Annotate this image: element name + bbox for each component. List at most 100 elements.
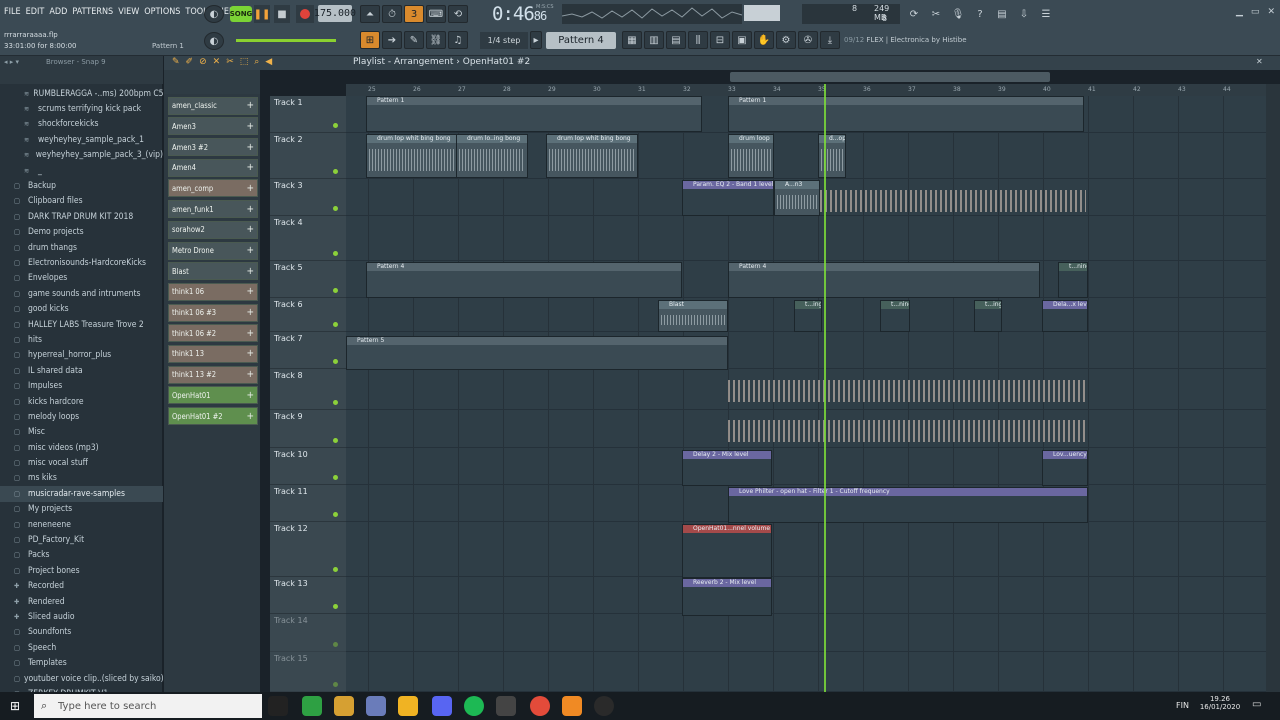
channel-plus-icon[interactable]: + <box>246 307 254 318</box>
app-green-icon[interactable] <box>302 696 322 716</box>
channel-plus-icon[interactable]: + <box>246 369 254 380</box>
playlist-clip[interactable]: Pattern 5 <box>346 336 728 370</box>
channel-plus-icon[interactable]: + <box>246 411 254 422</box>
channel-button[interactable]: amen_classic + <box>168 96 258 115</box>
browser-item[interactable]: ▢ Soundfonts <box>0 625 163 640</box>
chrome-icon[interactable] <box>530 696 550 716</box>
record-button[interactable] <box>296 5 314 23</box>
track-mute-led[interactable] <box>333 288 338 293</box>
playlist-clip[interactable]: Delay 2 - Mix level <box>682 450 772 486</box>
news-icon[interactable]: ☰ <box>1036 5 1056 23</box>
browser-item[interactable]: ▢ Electronisounds-HardcoreKicks <box>0 255 163 270</box>
undo-icon[interactable]: ⟳ <box>904 5 924 23</box>
system-clock[interactable]: 19.26 16/01/2020 <box>1196 695 1244 711</box>
track-row[interactable] <box>346 448 1266 485</box>
channel-button[interactable]: Blast + <box>168 262 258 281</box>
taskbar-search[interactable]: ⌕ Type here to search <box>34 694 262 718</box>
notification-icon[interactable]: ▭ <box>1252 699 1261 710</box>
browser-item[interactable]: ▢ kicks hardcore <box>0 394 163 409</box>
master-volume-slider[interactable] <box>236 39 336 42</box>
mic-icon[interactable]: 🎙 <box>948 5 968 23</box>
browser-item[interactable]: ▢ Backup <box>0 178 163 193</box>
browser-item[interactable]: ▢ Speech <box>0 640 163 655</box>
playlist-clip[interactable]: Param. EQ 2 - Band 1 level <box>682 180 774 216</box>
track-mute-led[interactable] <box>333 567 338 572</box>
playlist-clip[interactable]: Pattern 4 <box>366 262 682 298</box>
channel-button[interactable]: sorahow2 + <box>168 220 258 239</box>
browser-item[interactable]: ✚ Sliced audio <box>0 609 163 624</box>
download-project-icon[interactable]: ⤓ <box>820 31 840 49</box>
channel-button[interactable]: think1 06 #2 + <box>168 324 258 343</box>
mixer-view-icon[interactable]: ⫼ <box>688 31 708 49</box>
browser-item[interactable]: ▢ Clipboard files <box>0 194 163 209</box>
pencil-icon[interactable]: ✎ <box>172 57 180 67</box>
track-header[interactable]: Track 11 <box>270 485 346 522</box>
track-header[interactable]: Track 12 <box>270 522 346 577</box>
playlist-clip[interactable]: Dela...x level <box>1042 300 1088 332</box>
playlist-clip[interactable]: t...ning <box>1058 262 1088 298</box>
playlist-clip[interactable]: Love Philter - open hat - Filter 1 - Cut… <box>728 487 1088 523</box>
help-icon[interactable]: ? <box>970 5 990 23</box>
paint-icon[interactable]: ✎ <box>404 31 424 49</box>
channel-plus-icon[interactable]: + <box>246 142 254 153</box>
track-header[interactable]: Track 10 <box>270 448 346 485</box>
browser-item[interactable]: ▢ Demo projects <box>0 225 163 240</box>
brush-icon[interactable]: ✐ <box>186 57 194 67</box>
playlist-close-icon[interactable]: ✕ <box>1256 57 1263 66</box>
browser-item[interactable]: ▢ neneneene <box>0 517 163 532</box>
playlist-clip[interactable]: A...n3 <box>774 180 820 216</box>
browser-item[interactable]: ▢ musicradar-rave-samples <box>0 486 163 502</box>
channel-button[interactable]: OpenHat01 #2 + <box>168 407 258 425</box>
browser-item[interactable]: ▢ ms kiks <box>0 471 163 486</box>
playlist-clip[interactable]: Lov...uency <box>1042 450 1088 486</box>
pattern-selector[interactable]: Pattern 4 <box>546 32 616 49</box>
playlist-clip[interactable]: drum lo..ing bong <box>456 134 528 178</box>
countdown-icon[interactable]: 3 <box>404 5 424 23</box>
playlist-clip[interactable]: t...ing <box>794 300 822 332</box>
track-row[interactable] <box>346 577 1266 614</box>
vertical-scrollbar[interactable] <box>1266 84 1280 692</box>
obs-icon[interactable] <box>594 696 614 716</box>
track-header[interactable]: Track 14 <box>270 614 346 652</box>
zoom-icon[interactable]: ⌕ <box>254 57 259 67</box>
arrow-right-icon[interactable]: ➔ <box>382 31 402 49</box>
track-mute-led[interactable] <box>333 604 338 609</box>
channel-button[interactable]: think1 13 #2 + <box>168 365 258 384</box>
track-header[interactable]: Track 4 <box>270 216 346 261</box>
track-header[interactable]: Track 15 <box>270 652 346 692</box>
browser-item[interactable]: ▢ misc vocal stuff <box>0 455 163 470</box>
track-header[interactable]: Track 9 <box>270 410 346 448</box>
browser-item[interactable]: ✚ Recorded <box>0 579 163 594</box>
channel-rack-icon[interactable]: ▥ <box>644 31 664 49</box>
channel-plus-icon[interactable]: + <box>246 183 254 194</box>
channel-button[interactable]: Amen4 + <box>168 158 258 177</box>
delete-icon[interactable]: ⊘ <box>199 57 207 67</box>
track-mute-led[interactable] <box>333 251 338 256</box>
playlist-clip[interactable]: Blast <box>658 300 728 332</box>
channel-plus-icon[interactable]: + <box>246 266 254 277</box>
track-mute-led[interactable] <box>333 475 338 480</box>
playlist-clip[interactable]: t...ing <box>974 300 1002 332</box>
browser-item[interactable]: ▢ melody loops <box>0 409 163 424</box>
playlist-icon[interactable]: ▦ <box>622 31 642 49</box>
playlist-clip[interactable]: Pattern 4 <box>728 262 1040 298</box>
browser-item[interactable]: ▢ Impulses <box>0 378 163 393</box>
browser-item[interactable]: ▢ PD_Factory_Kit <box>0 532 163 547</box>
playlist-clip[interactable]: OpenHat01...nnel volume <box>682 524 772 578</box>
track-row[interactable] <box>346 216 1266 261</box>
dropper-icon[interactable]: ✇ <box>798 31 818 49</box>
track-header[interactable]: Track 6 <box>270 298 346 332</box>
channel-button[interactable]: OpenHat01 + <box>168 386 258 405</box>
track-mute-led[interactable] <box>333 322 338 327</box>
link-icon[interactable]: ⛓ <box>426 31 446 49</box>
browser-item[interactable]: ≋ shockforcekicks <box>0 117 163 132</box>
horizontal-scrollbar[interactable] <box>730 72 1050 82</box>
channel-plus-icon[interactable]: + <box>246 162 254 173</box>
language-indicator[interactable]: FIN <box>1176 701 1189 710</box>
snap-step-select[interactable]: 1/4 step <box>480 32 528 49</box>
track-header[interactable]: Track 7 <box>270 332 346 369</box>
timeline-ruler[interactable]: 25 26 27 28 29 30 31 32 33 34 35 36 37 38 39 40 41 42 43 44 <box>346 84 1266 96</box>
browser-item[interactable]: ≋ RUMBLERAGGA -..ms) 200bpm C5 <box>0 86 163 101</box>
spotify-icon[interactable] <box>464 696 484 716</box>
menu-file[interactable]: FILE <box>4 7 21 17</box>
